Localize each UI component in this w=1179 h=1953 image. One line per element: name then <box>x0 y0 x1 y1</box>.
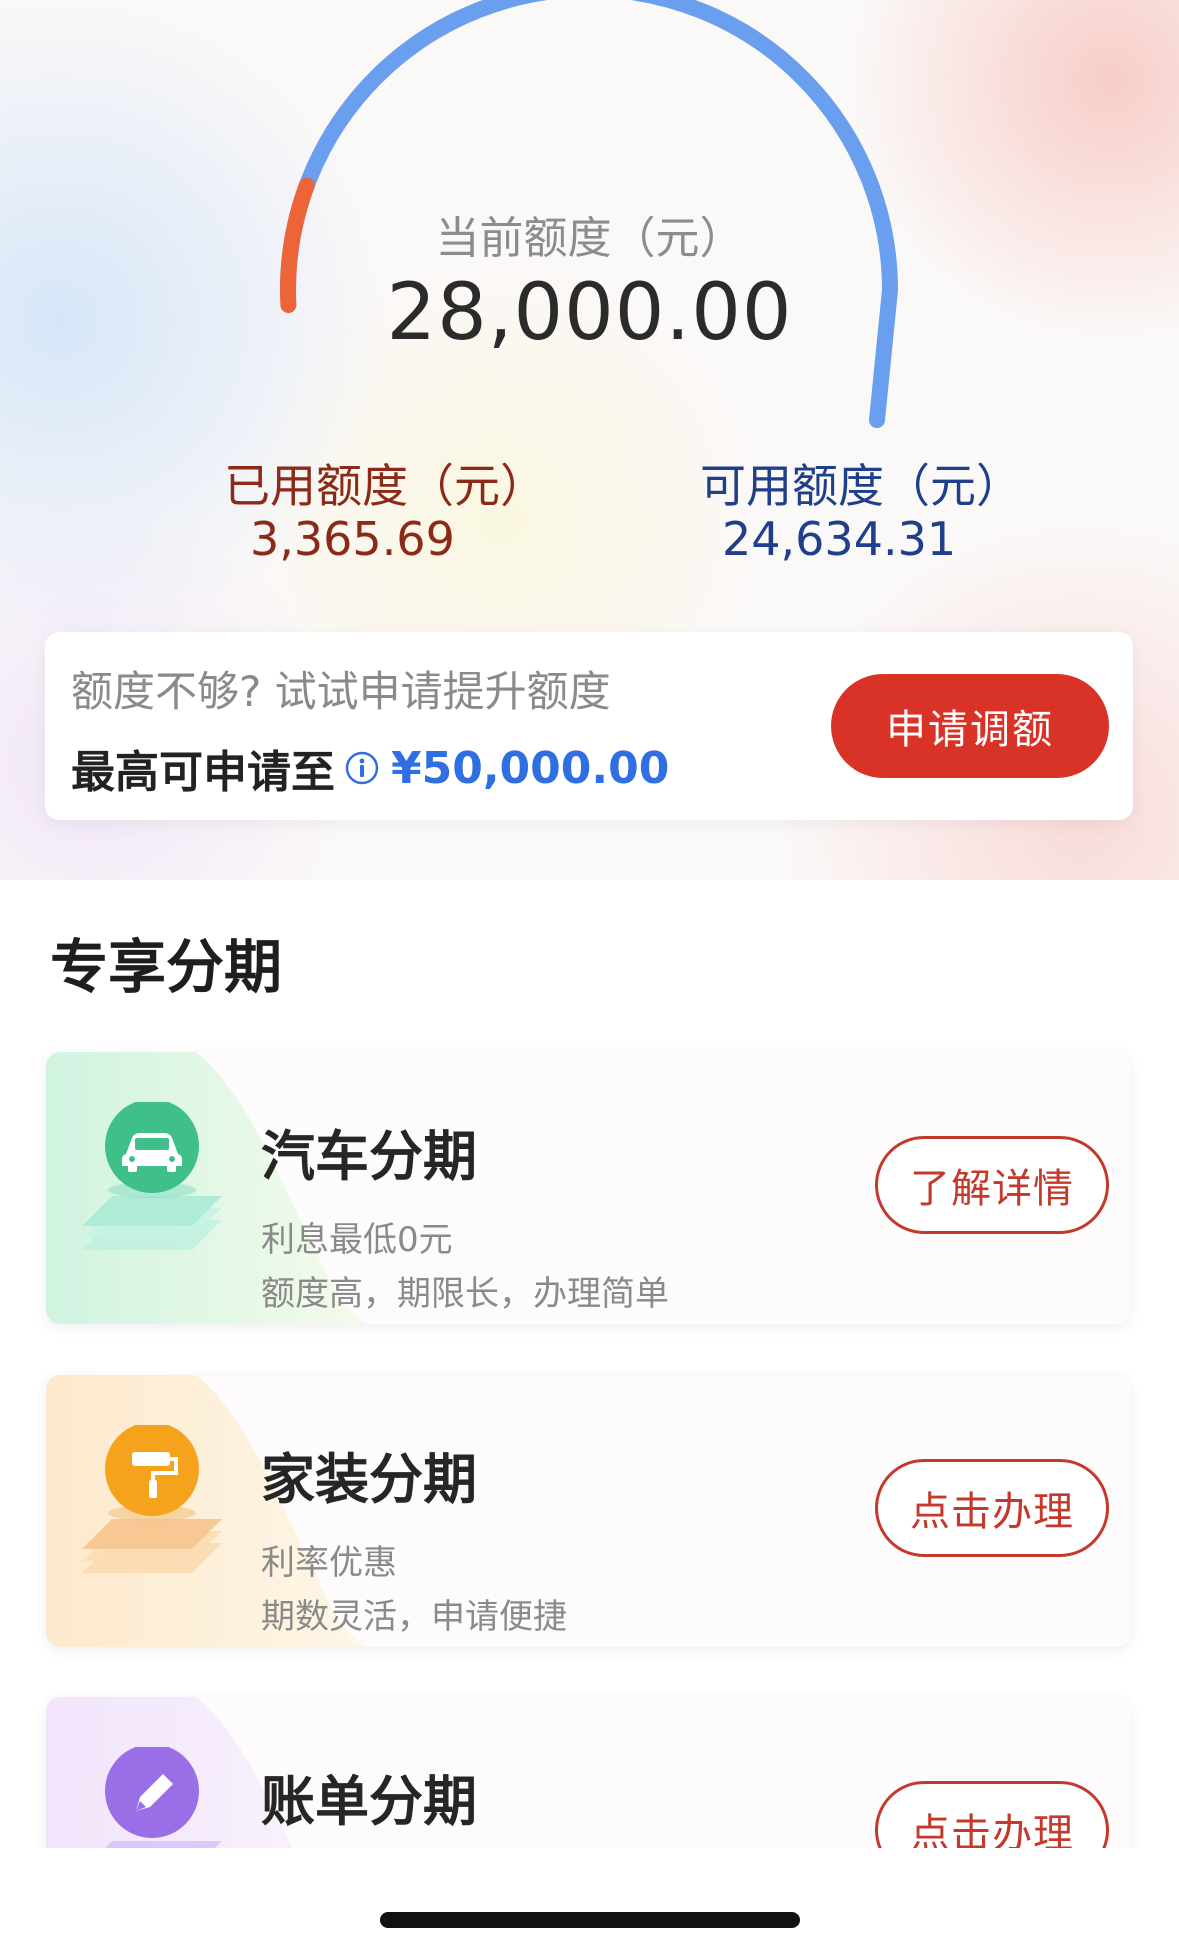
home-indicator[interactable] <box>380 1912 800 1928</box>
current-credit-value: 28,000.00 <box>386 268 793 358</box>
product-card-car[interactable]: 汽车分期 利息最低0元 额度高，期限长，办理简单 了解详情 <box>46 1052 1130 1324</box>
product-title: 汽车分期 <box>261 1125 477 1188</box>
product-feature-2: 额度高，期限长，办理简单 <box>261 1274 669 1314</box>
available-credit-value: 24,634.31 <box>722 512 957 566</box>
apply-now-button[interactable]: 点击办理 <box>875 1459 1109 1557</box>
current-credit-label: 当前额度（元） <box>435 213 744 264</box>
used-credit-label: 已用额度（元） <box>224 459 546 513</box>
car-icon <box>82 1102 222 1250</box>
available-credit-label: 可用额度（元） <box>700 459 1022 513</box>
apply-credit-increase-button[interactable]: 申请调额 <box>831 674 1109 778</box>
product-title: 账单分期 <box>261 1770 477 1833</box>
learn-more-button[interactable]: 了解详情 <box>875 1136 1109 1234</box>
exclusive-installment-title: 专享分期 <box>50 933 283 1001</box>
info-icon[interactable] <box>345 751 379 785</box>
product-feature-1: 利率优惠 <box>261 1543 397 1583</box>
credit-increase-card: 额度不够? 试试申请提升额度 最高可申请至 ¥50,000.00 申请调额 <box>45 632 1133 820</box>
max-credit-amount: ¥50,000.00 <box>391 742 670 794</box>
product-feature-2: 期数灵活，申请便捷 <box>261 1597 567 1637</box>
product-card-bill[interactable]: 账单分期 点击办理 <box>46 1697 1130 1848</box>
product-feature-1: 利息最低0元 <box>261 1220 453 1260</box>
max-credit-label: 最高可申请至 <box>71 747 335 798</box>
apply-now-button[interactable]: 点击办理 <box>875 1781 1109 1848</box>
pencil-icon <box>105 1747 222 1848</box>
used-credit-value: 3,365.69 <box>250 512 455 566</box>
max-credit-row: 最高可申请至 ¥50,000.00 <box>71 736 669 800</box>
paint-roller-icon <box>82 1425 222 1573</box>
product-title: 家装分期 <box>261 1448 477 1511</box>
product-card-home-decoration[interactable]: 家装分期 利率优惠 期数灵活，申请便捷 点击办理 <box>46 1375 1130 1647</box>
credit-increase-prompt: 额度不够? 试试申请提升额度 <box>71 667 611 716</box>
installment-list[interactable]: 汽车分期 利息最低0元 额度高，期限长，办理简单 了解详情 家装分期 利率优惠 <box>0 1000 1179 1848</box>
